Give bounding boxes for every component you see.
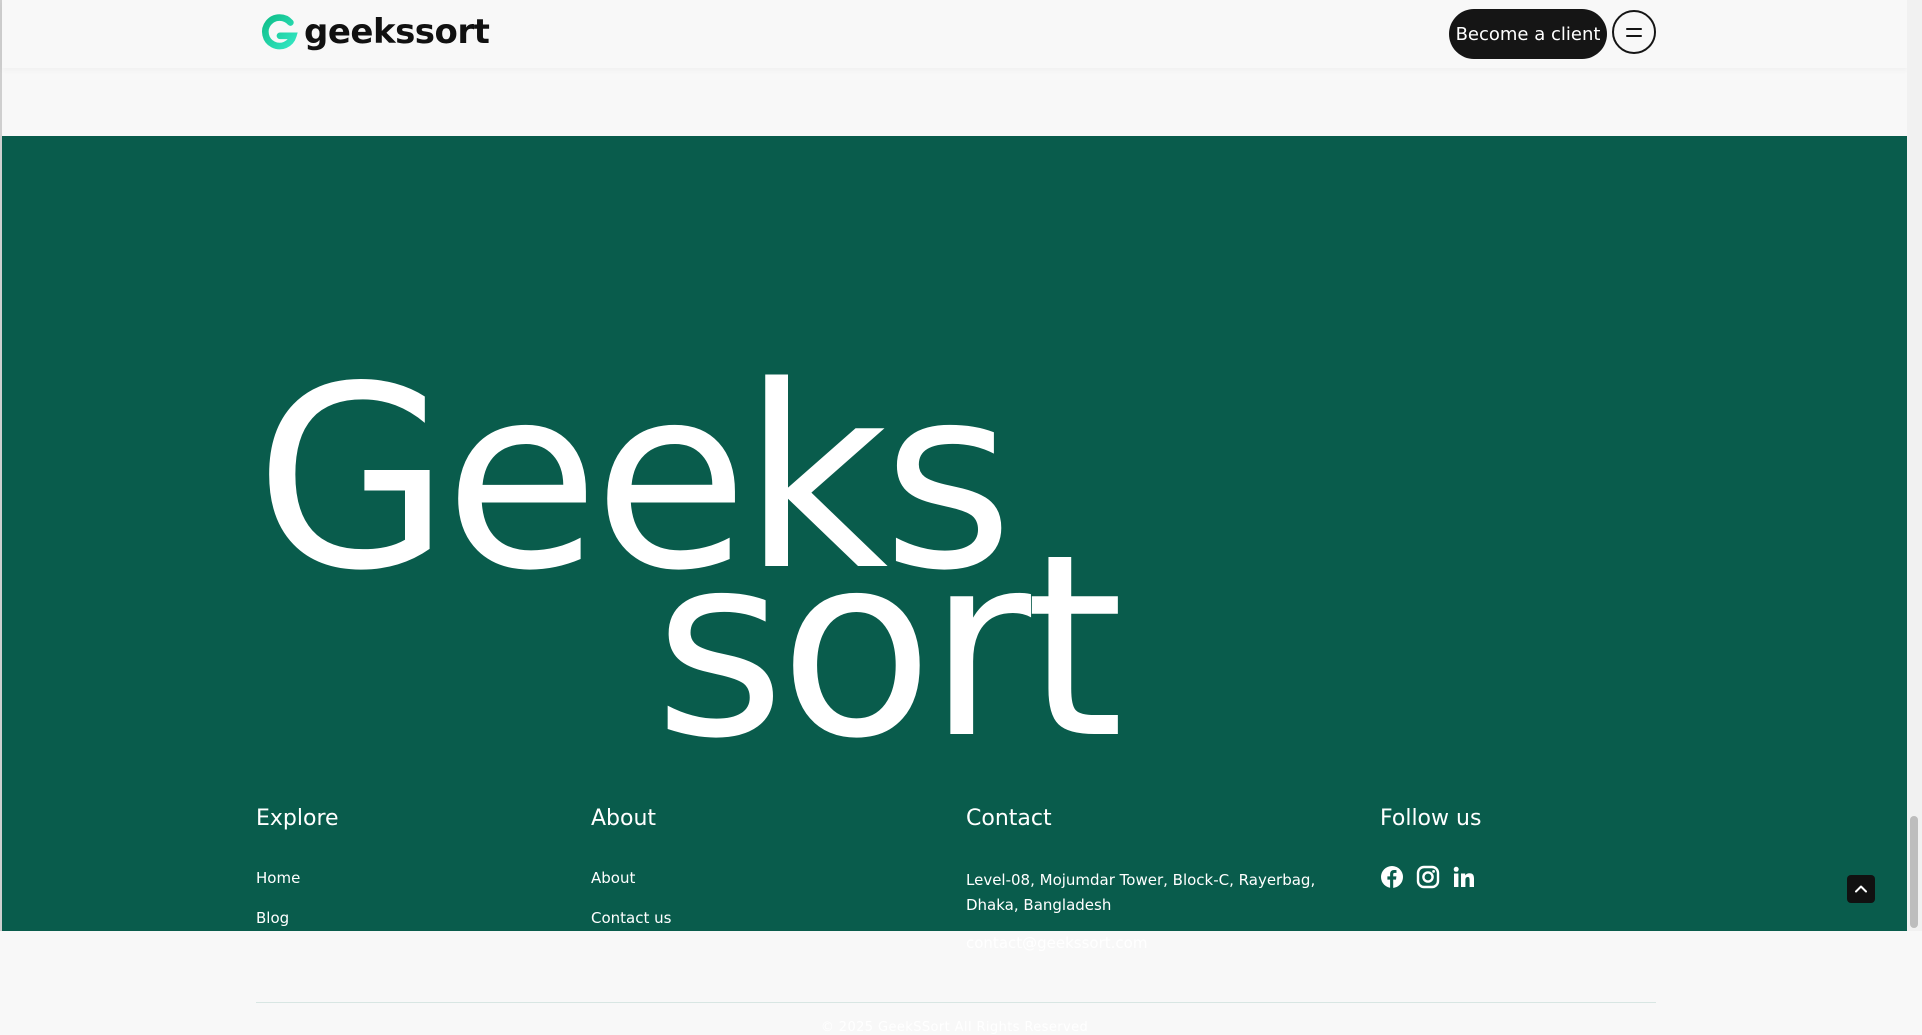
about-column: About About Contact us: [591, 804, 911, 948]
instagram-link[interactable]: [1416, 865, 1440, 889]
linkedin-link[interactable]: [1452, 865, 1476, 889]
back-to-top-button[interactable]: [1847, 875, 1875, 903]
footer-wordmark-line-2: sort: [654, 501, 1124, 794]
site-footer: Geeks sort Explore Home Blog About About…: [2, 136, 1907, 1035]
social-links: [1380, 865, 1640, 889]
instagram-icon: [1416, 865, 1440, 889]
copyright-text: © 2025 GeekSSort All Rights Reserved: [820, 1020, 1089, 1035]
menu-button[interactable]: [1612, 10, 1656, 54]
footer-link-about[interactable]: About: [591, 868, 911, 888]
site-header: geekssort Become a client: [2, 0, 1908, 68]
site-logo[interactable]: geekssort: [260, 12, 490, 52]
contact-email-link[interactable]: contact@geekssort.com: [966, 933, 1356, 953]
footer-link-contact-us[interactable]: Contact us: [591, 908, 911, 928]
contact-heading: Contact: [966, 806, 1052, 831]
footer-link-home[interactable]: Home: [256, 868, 556, 888]
menu-icon: [1626, 27, 1642, 37]
page-scrollbar[interactable]: [1907, 0, 1922, 931]
become-client-button[interactable]: Become a client: [1449, 9, 1607, 59]
linkedin-icon: [1453, 866, 1474, 887]
follow-column: Follow us: [1380, 804, 1640, 889]
facebook-icon: [1381, 866, 1403, 888]
about-heading: About: [591, 806, 657, 831]
facebook-link[interactable]: [1380, 865, 1404, 889]
footer-link-blog[interactable]: Blog: [256, 908, 556, 928]
logo-text: geekssort: [304, 12, 490, 52]
logo-icon: [262, 14, 298, 50]
follow-heading: Follow us: [1380, 806, 1482, 831]
chevron-up-icon: [1855, 885, 1867, 893]
explore-column: Explore Home Blog: [256, 804, 556, 948]
contact-column: Contact Level-08, Mojumdar Tower, Block-…: [966, 804, 1356, 973]
scrollbar-thumb[interactable]: [1910, 816, 1918, 928]
explore-heading: Explore: [256, 806, 339, 831]
contact-address: Level-08, Mojumdar Tower, Block-C, Rayer…: [966, 871, 1316, 914]
footer-divider: [256, 1002, 1656, 1003]
